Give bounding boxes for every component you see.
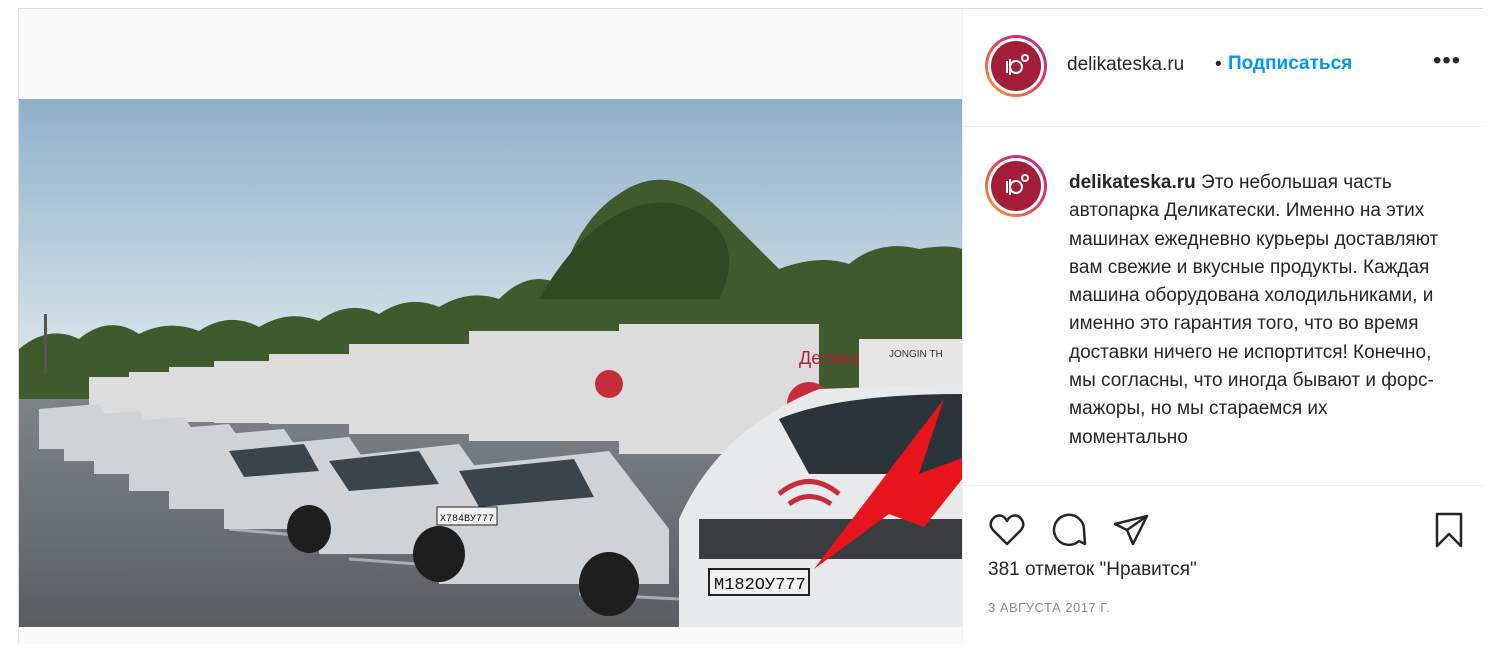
post-details: delikateska.ru • Подписаться ••• delikat… (962, 9, 1484, 645)
post-photo[interactable]: Делика JONGIN TH М182ОУ777 Х784ВУ777 (19, 99, 962, 627)
media-pane: Делика JONGIN TH М182ОУ777 Х784ВУ777 (19, 9, 962, 644)
van-brand-text: Делика (799, 348, 860, 368)
refrigerator-brand: JONGIN TH (889, 349, 943, 360)
paper-plane-icon (1113, 514, 1149, 546)
likes-count[interactable]: 381 отметок "Нравится" (988, 559, 1197, 581)
avatar[interactable] (985, 35, 1047, 97)
vans-photo: Делика JONGIN TH М182ОУ777 Х784ВУ777 (19, 99, 962, 627)
post-header: delikateska.ru • Подписаться ••• (963, 9, 1484, 127)
comment-icon (1052, 513, 1087, 546)
follow-button[interactable]: Подписаться (1228, 53, 1352, 75)
actions-section: 381 отметок "Нравится" 3 АВГУСТА 2017 Г. (963, 485, 1484, 645)
caption-username[interactable]: delikateska.ru (1069, 172, 1196, 193)
share-button[interactable] (1111, 510, 1151, 550)
brand-logo-icon (1006, 54, 1029, 75)
caption-section: delikateska.ru Это небольшая часть автоп… (963, 127, 1484, 485)
comment-button[interactable] (1049, 510, 1089, 550)
more-options-icon[interactable]: ••• (1433, 47, 1461, 75)
caption-avatar[interactable] (985, 155, 1047, 217)
bookmark-icon (1435, 512, 1463, 548)
post-date[interactable]: 3 АВГУСТА 2017 Г. (988, 600, 1110, 615)
heart-icon (989, 514, 1025, 546)
brand-logo-icon (1006, 174, 1029, 195)
separator-dot: • (1215, 54, 1222, 75)
like-button[interactable] (987, 510, 1027, 550)
save-button[interactable] (1429, 510, 1469, 550)
license-plate: М182ОУ777 (714, 576, 806, 595)
license-plate-2: Х784ВУ777 (440, 514, 494, 525)
post-modal: Делика JONGIN TH М182ОУ777 Х784ВУ777 del… (18, 8, 1484, 645)
post-username[interactable]: delikateska.ru (1067, 54, 1184, 76)
caption-text: Это небольшая часть автопарка Деликатеск… (1069, 172, 1439, 448)
caption-text-block: delikateska.ru Это небольшая часть автоп… (1069, 169, 1449, 452)
